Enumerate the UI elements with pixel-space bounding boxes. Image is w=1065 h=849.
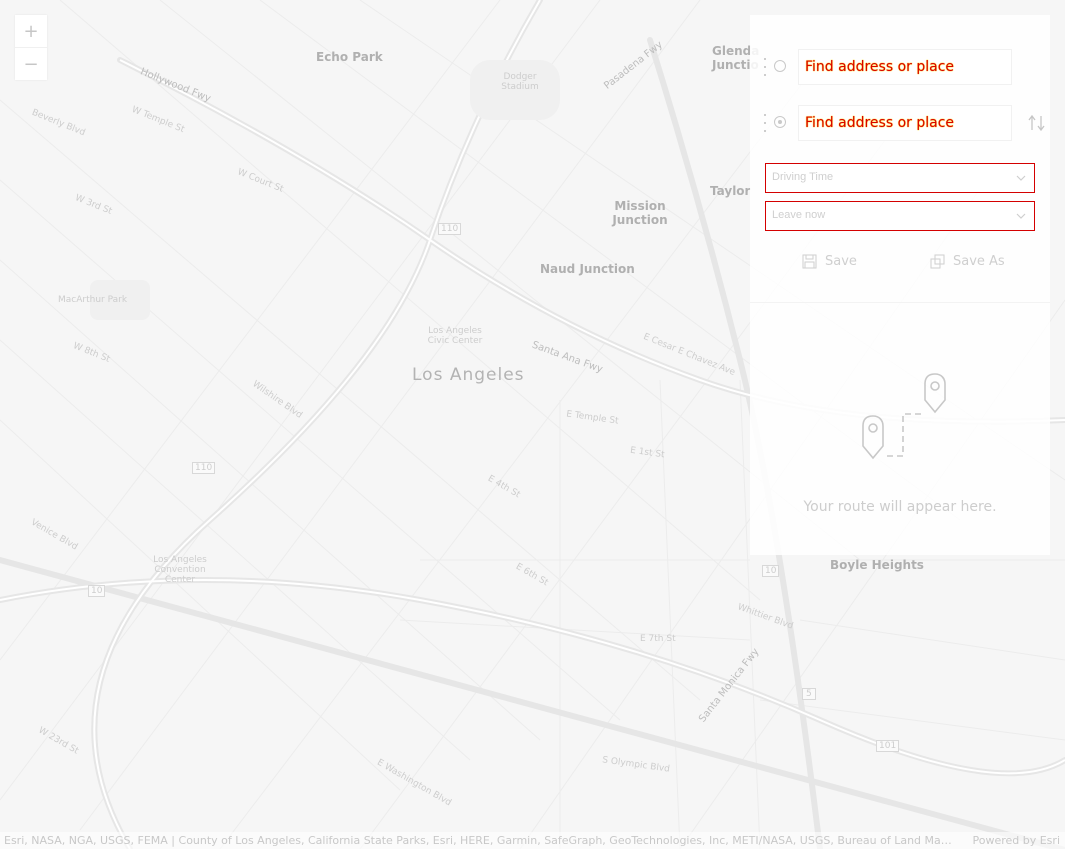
map-label-convention-center: Los Angeles Convention Center: [153, 555, 207, 585]
powered-by-esri-link[interactable]: Powered by Esri: [972, 834, 1060, 847]
save-as-icon: [930, 254, 945, 268]
save-button[interactable]: Save: [802, 247, 857, 275]
directions-form: Find address or place Find address or pl…: [750, 15, 1050, 303]
route-placeholder-icon: [862, 373, 946, 460]
highway-shield-5: 5: [802, 688, 816, 700]
map-label-glendale-junction: Glenda Junctio: [712, 44, 760, 72]
map-label-boyle-heights: Boyle Heights: [830, 558, 924, 572]
destination-search-input[interactable]: Find address or place: [798, 105, 1012, 141]
plus-icon: +: [23, 20, 39, 42]
drag-handle-icon[interactable]: [762, 58, 768, 76]
minus-icon: −: [23, 53, 39, 75]
destination-placeholder: Find address or place: [805, 115, 955, 131]
map-label-echo-park: Echo Park: [316, 50, 383, 64]
route-actions: Save Save As: [750, 247, 1050, 275]
map-label-civic-center: Los Angeles Civic Center: [427, 326, 483, 346]
origin-circle-icon: [774, 60, 786, 72]
map-label-dodger-stadium: Dodger Stadium: [501, 72, 539, 92]
swap-stops-icon[interactable]: [1027, 114, 1047, 132]
destination-stop: Find address or place: [762, 105, 1050, 141]
map-label-mission-junction: Mission Junction: [612, 199, 668, 227]
highway-shield-110-north: 110: [438, 223, 462, 235]
highway-shield-10-east: 10: [762, 565, 780, 577]
departure-time-select[interactable]: Leave now: [765, 201, 1035, 231]
destination-circle-icon: [774, 116, 786, 128]
drag-handle-icon[interactable]: [762, 114, 768, 132]
map-label-macarthur-park: MacArthur Park: [58, 295, 128, 305]
highway-shield-101: 101: [876, 740, 900, 752]
map-label-naud-junction: Naud Junction: [540, 262, 635, 276]
departure-time-value: Leave now: [772, 209, 826, 221]
travel-mode-select[interactable]: Driving Time: [765, 163, 1035, 193]
save-label: Save: [825, 253, 857, 269]
origin-search-input[interactable]: Find address or place: [798, 49, 1012, 85]
zoom-in-button[interactable]: +: [15, 15, 47, 47]
origin-stop: Find address or place: [762, 49, 1050, 85]
map-label-e-7th-st: E 7th St: [640, 634, 676, 644]
map-label-taylor: Taylor: [710, 184, 751, 198]
save-icon: [802, 254, 817, 268]
chevron-down-icon: [1016, 175, 1026, 181]
save-as-label: Save As: [953, 253, 1005, 269]
origin-placeholder: Find address or place: [805, 59, 955, 75]
map-label-los-angeles: Los Angeles: [412, 365, 525, 385]
map-attribution[interactable]: Esri, NASA, NGA, USGS, FEMA | County of …: [0, 832, 1065, 849]
attribution-text: Esri, NASA, NGA, USGS, FEMA | County of …: [4, 834, 954, 847]
chevron-down-icon: [1016, 213, 1026, 219]
empty-route-message: Your route will appear here.: [803, 499, 997, 515]
zoom-control: + −: [15, 15, 47, 80]
directions-panel: Find address or place Find address or pl…: [750, 15, 1050, 555]
save-as-button[interactable]: Save As: [930, 247, 1005, 275]
highway-shield-10-west: 10: [88, 585, 106, 597]
zoom-out-button[interactable]: −: [15, 47, 47, 80]
highway-shield-110-south: 110: [192, 462, 216, 474]
travel-mode-value: Driving Time: [772, 171, 834, 183]
